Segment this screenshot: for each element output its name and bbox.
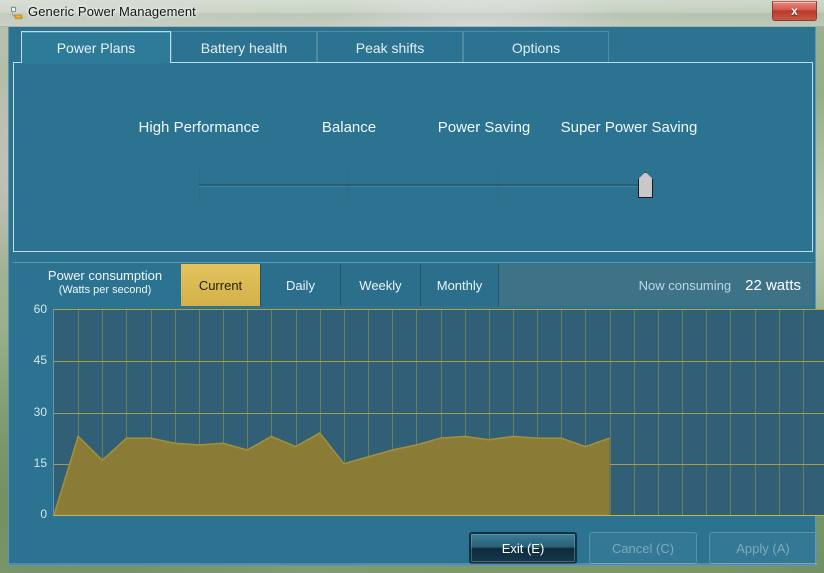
apply-button-label: Apply (A) bbox=[736, 540, 790, 556]
now-consuming-label: Now consuming bbox=[638, 278, 732, 293]
chart-y-tick-60: 60 bbox=[33, 302, 47, 316]
tab-battery-health[interactable]: Battery health bbox=[171, 31, 317, 63]
exit-button[interactable]: Exit (E) bbox=[469, 532, 577, 564]
dialog-button-bar: Exit (E) Cancel (C) Apply (A) bbox=[9, 532, 817, 566]
chart-y-axis: 0 15 30 45 60 bbox=[13, 302, 53, 522]
power-consumption-title-line1: Power consumption bbox=[47, 268, 163, 283]
tab-power-plans[interactable]: Power Plans bbox=[21, 31, 171, 63]
client-area: Power Plans Battery health Peak shifts O… bbox=[8, 27, 824, 566]
chart-plot-area bbox=[53, 309, 824, 516]
exit-button-label: Exit (E) bbox=[501, 540, 545, 556]
range-tab-weekly[interactable]: Weekly bbox=[341, 264, 421, 307]
range-tab-monthly[interactable]: Monthly bbox=[421, 264, 499, 307]
tab-strip: Power Plans Battery health Peak shifts O… bbox=[13, 31, 813, 63]
now-consuming-value: 22 watts bbox=[745, 277, 801, 294]
range-tab-monthly-label: Monthly bbox=[436, 278, 483, 293]
power-plan-label-row: High Performance Balance Power Saving Su… bbox=[14, 119, 814, 141]
tab-options-label: Options bbox=[511, 39, 561, 56]
chart-y-tick-0: 0 bbox=[40, 507, 47, 521]
cancel-button[interactable]: Cancel (C) bbox=[589, 532, 697, 564]
power-plug-icon bbox=[6, 5, 24, 23]
tab-options[interactable]: Options bbox=[463, 31, 609, 63]
range-tab-daily-label: Daily bbox=[286, 278, 315, 293]
power-consumption-title-line2: (Watts per second) bbox=[58, 284, 152, 297]
app-window: Generic Power Management x Power Plans B… bbox=[0, 0, 824, 573]
window-title: Generic Power Management bbox=[28, 4, 196, 19]
now-consuming-bar: Now consuming 22 watts bbox=[499, 264, 813, 307]
chart-y-tick-30: 30 bbox=[33, 404, 47, 419]
chart-y-tick-15: 15 bbox=[33, 455, 47, 470]
close-button[interactable]: x bbox=[772, 1, 817, 21]
chart-y-tick-45: 45 bbox=[33, 353, 47, 368]
power-consumption-title: Power consumption (Watts per second) bbox=[25, 268, 185, 298]
range-tab-daily[interactable]: Daily bbox=[261, 264, 341, 307]
chart-svg bbox=[54, 310, 824, 515]
power-consumption-chart: 0 15 30 45 60 bbox=[13, 302, 824, 529]
power-plan-label-super-power-saving[interactable]: Super Power Saving bbox=[504, 119, 754, 136]
power-plan-slider[interactable] bbox=[14, 163, 814, 208]
power-consumption-section: Power consumption (Watts per second) Cur… bbox=[13, 262, 824, 529]
chart-area-fill bbox=[54, 433, 610, 515]
tab-power-plans-label: Power Plans bbox=[56, 39, 136, 56]
range-tab-weekly-label: Weekly bbox=[359, 278, 402, 293]
apply-button[interactable]: Apply (A) bbox=[709, 532, 817, 564]
slider-track[interactable] bbox=[199, 184, 646, 186]
range-tab-current[interactable]: Current bbox=[181, 264, 261, 307]
tab-peak-shifts-label: Peak shifts bbox=[355, 39, 425, 56]
close-icon: x bbox=[791, 4, 798, 18]
title-bar: Generic Power Management x bbox=[0, 0, 824, 27]
tab-peak-shifts[interactable]: Peak shifts bbox=[317, 31, 463, 63]
tab-battery-health-label: Battery health bbox=[200, 39, 288, 56]
tab-panel-power-plans: High Performance Balance Power Saving Su… bbox=[13, 62, 813, 252]
range-tab-current-label: Current bbox=[198, 277, 243, 293]
slider-thumb[interactable] bbox=[638, 172, 653, 198]
power-consumption-header: Power consumption (Watts per second) Cur… bbox=[13, 262, 813, 307]
cancel-button-label: Cancel (C) bbox=[611, 540, 675, 556]
client-bottom-edge bbox=[9, 563, 817, 565]
active-tab-merge bbox=[22, 61, 162, 64]
